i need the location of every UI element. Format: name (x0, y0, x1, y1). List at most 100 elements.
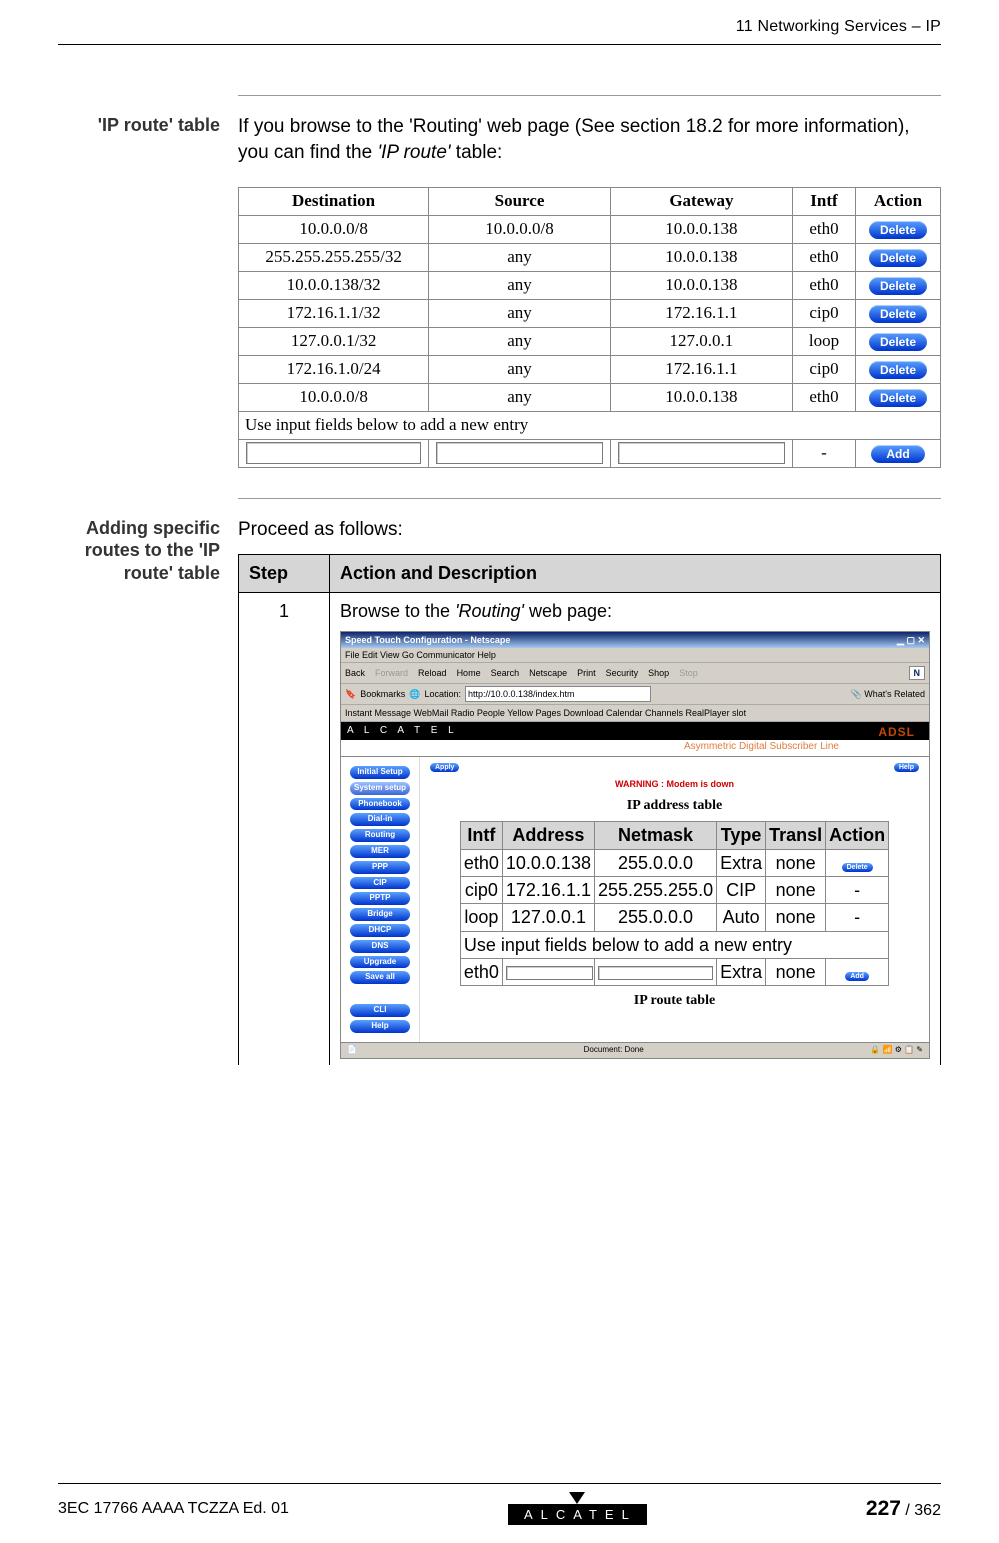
brand-text: A L C A T E L (347, 725, 458, 736)
c: - (826, 904, 889, 931)
table-row: 10.0.0.0/8any10.0.0.138eth0Delete (239, 383, 941, 411)
c: 10.0.0.138 (502, 849, 594, 876)
cell-dest: 10.0.0.0/8 (239, 216, 429, 244)
delete-button[interactable]: Delete (869, 221, 927, 239)
r1em: 'Routing' (455, 601, 524, 621)
delete-button[interactable]: Delete (869, 305, 927, 323)
sidebar-item-dhcp[interactable]: DHCP (350, 924, 410, 937)
sidebar-item-mer[interactable]: MER (350, 845, 410, 858)
cell-intf: eth0 (793, 383, 856, 411)
cell-intf: eth0 (793, 272, 856, 300)
sidebar-item-bridge[interactable]: Bridge (350, 908, 410, 921)
section-rule-2 (238, 498, 941, 499)
ip-route-table: Destination Source Gateway Intf Action 1… (238, 187, 941, 467)
mh-addr: Address (502, 822, 594, 849)
shop-button[interactable]: Shop (648, 667, 669, 679)
mask-input[interactable] (598, 966, 713, 980)
ip-address-table-title: IP address table (430, 797, 919, 816)
section1-content: If you browse to the 'Routing' web page … (238, 114, 941, 468)
add-button[interactable]: Add (845, 972, 869, 981)
security-button[interactable]: Security (606, 667, 639, 679)
help-button[interactable]: Help (894, 763, 919, 772)
search-button[interactable]: Search (491, 667, 520, 679)
col-source: Source (429, 188, 611, 216)
sidebar-item-ppp[interactable]: PPP (350, 861, 410, 874)
p1a: If you browse to the 'Routing' web page … (238, 116, 910, 163)
addr-input[interactable] (506, 966, 593, 980)
cell-gw: 127.0.0.1 (610, 327, 792, 355)
cell-action: Add (856, 439, 941, 467)
bookmarks-icon[interactable]: 🔖 (345, 688, 356, 700)
nav-sidebar: Initial Setup System setup Phonebook Dia… (341, 757, 420, 1042)
window-titlebar: Speed Touch Configuration - Netscape ▁ ▢… (341, 632, 929, 648)
c: none (766, 877, 826, 904)
c: - (826, 877, 889, 904)
sidebar-item-saveall[interactable]: Save all (350, 971, 410, 984)
col-step: Step (239, 555, 330, 592)
cell-action: Delete (856, 327, 941, 355)
add-row: - Add (239, 439, 941, 467)
c: Extra (717, 958, 766, 985)
sidebar-item-upgrade[interactable]: Upgrade (350, 956, 410, 969)
sidebar-item-cli[interactable]: CLI (350, 1004, 410, 1017)
table-row: 255.255.255.255/32any10.0.0.138eth0Delet… (239, 244, 941, 272)
sidebar-item-routing[interactable]: Routing (350, 829, 410, 842)
dest-input[interactable] (246, 442, 420, 464)
delete-button[interactable]: Delete (869, 277, 927, 295)
c: Extra (717, 849, 766, 876)
sidebar-item-pptp[interactable]: PPTP (350, 892, 410, 905)
status-right: 🔒 📶 ⚙ 📋 ✎ (870, 1045, 923, 1056)
cell-intf: eth0 (793, 216, 856, 244)
sidebar-item-cip[interactable]: CIP (350, 877, 410, 890)
related-button[interactable]: 📎 What's Related (851, 688, 925, 700)
cell-intf: cip0 (793, 300, 856, 328)
add-button[interactable]: Add (871, 445, 925, 463)
delete-button[interactable]: Delete (869, 361, 927, 379)
sidebar-item-dns[interactable]: DNS (350, 940, 410, 953)
table-row: 10.0.0.138/32any10.0.0.138eth0Delete (239, 272, 941, 300)
page-sep: / (901, 1502, 914, 1519)
reload-button[interactable]: Reload (418, 667, 447, 679)
sidebar-item-phonebook[interactable]: Phonebook (350, 798, 410, 811)
netscape-button[interactable]: Netscape (529, 667, 567, 679)
stop-button[interactable]: Stop (679, 667, 698, 679)
forward-button[interactable]: Forward (375, 667, 408, 679)
page-current: 227 (866, 1497, 901, 1520)
ip-route-table-title: IP route table (430, 992, 919, 1011)
nav-toolbar: Back Forward Reload Home Search Netscape… (341, 663, 929, 684)
src-input[interactable] (436, 442, 602, 464)
cell-gw: 10.0.0.138 (610, 216, 792, 244)
back-button[interactable]: Back (345, 667, 365, 679)
apply-button[interactable]: Apply (430, 763, 459, 772)
sidebar-item-initial-setup[interactable]: Initial Setup (350, 766, 410, 779)
sidebar-item-help[interactable]: Help (350, 1020, 410, 1033)
netscape-logo-icon: N (909, 666, 926, 680)
delete-button[interactable]: Delete (869, 389, 927, 407)
table-row: loop127.0.0.1255.0.0.0Autonone- (460, 904, 888, 931)
delete-button[interactable]: Delete (842, 863, 873, 872)
statusbar: 📄 Document: Done 🔒 📶 ⚙ 📋 ✎ (341, 1042, 929, 1058)
status-left: 📄 (347, 1045, 357, 1056)
cell-src: any (429, 327, 611, 355)
sidebar-item-system-setup[interactable]: System setup (350, 782, 410, 795)
delete-button[interactable]: Delete (869, 333, 927, 351)
cell-dest: 10.0.0.0/8 (239, 383, 429, 411)
delete-button[interactable]: Delete (869, 249, 927, 267)
location-bar: 🔖Bookmarks 🌐Location: 📎 What's Related (341, 684, 929, 705)
cell-action: Delete (856, 300, 941, 328)
cell-dest: 10.0.0.138/32 (239, 272, 429, 300)
netscape-screenshot: Speed Touch Configuration - Netscape ▁ ▢… (340, 631, 930, 1059)
gw-input[interactable] (618, 442, 785, 464)
cell-gw: 172.16.1.1 (610, 300, 792, 328)
c: cip0 (460, 877, 502, 904)
c[interactable]: eth0 (460, 958, 502, 985)
print-button[interactable]: Print (577, 667, 596, 679)
cell-gw: 10.0.0.138 (610, 244, 792, 272)
home-button[interactable]: Home (457, 667, 481, 679)
sidebar-item-dialin[interactable]: Dial-in (350, 813, 410, 826)
col-intf: Intf (793, 188, 856, 216)
c[interactable] (502, 958, 594, 985)
url-input[interactable] (465, 686, 651, 702)
c[interactable] (594, 958, 716, 985)
personal-toolbar: Instant Message WebMail Radio People Yel… (341, 705, 929, 722)
